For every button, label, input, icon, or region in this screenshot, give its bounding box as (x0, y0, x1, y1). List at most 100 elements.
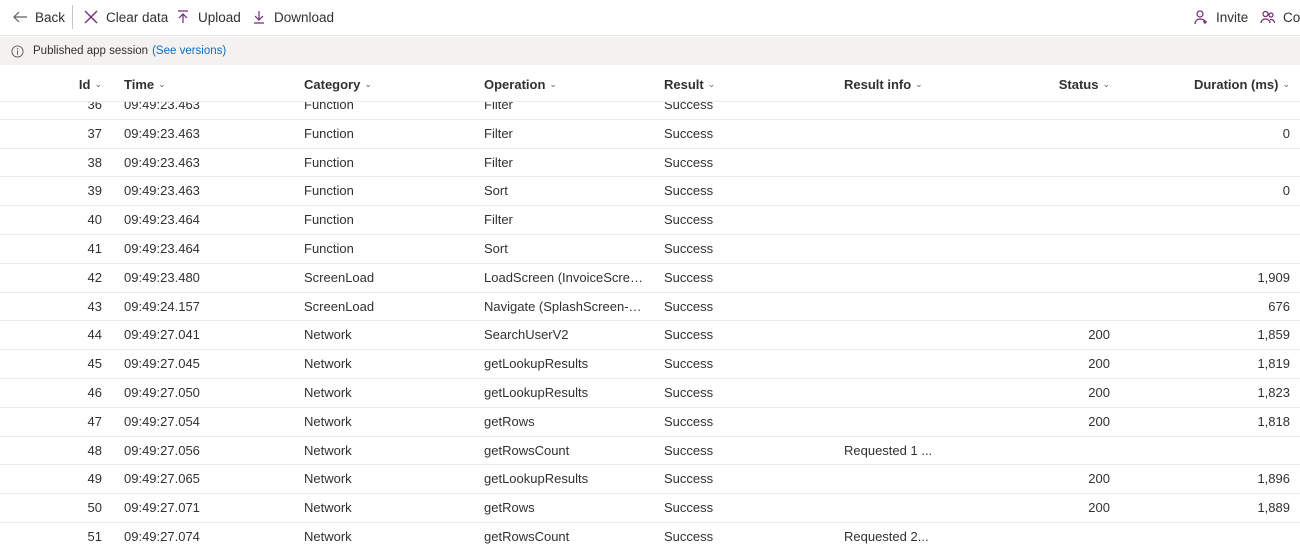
column-header-duration[interactable]: Duration (ms) ⌄ (1130, 66, 1290, 102)
cell-id: 37 (87, 125, 102, 141)
table-row[interactable]: 46 09:49:27.050 Network getLookupResults Suc… (0, 379, 1300, 408)
table-row[interactable]: 40 09:49:23.464 Function Filter Success (0, 206, 1300, 235)
cell-id: 38 (87, 154, 102, 170)
table-row[interactable]: 48 09:49:27.056 Network getRowsCount Success… (0, 437, 1300, 466)
person-add-icon (1194, 10, 1207, 25)
cell-time: 09:49:27.056 (124, 442, 200, 458)
cell-result-info (844, 494, 934, 522)
cell-category: Network (304, 413, 352, 429)
cell-result: Success (664, 298, 714, 314)
table-row[interactable]: 37 09:49:23.463 Function Filter Success 0 (0, 120, 1300, 149)
chevron-down-icon: ⌄ (158, 78, 166, 89)
table-row[interactable]: 42 09:49:23.480 ScreenLoad LoadScreen (Invo… (0, 264, 1300, 293)
table-row[interactable]: 51 09:49:27.074 Network getRowsCount Success… (0, 523, 1300, 551)
chevron-down-icon: ⌄ (94, 78, 102, 89)
cell-time: 09:49:23.463 (124, 183, 200, 199)
column-header-operation[interactable]: Operation ⌄ (484, 66, 654, 102)
cell-id: 47 (87, 413, 102, 429)
cell-status (960, 293, 1110, 321)
cell-result-info (844, 149, 934, 177)
column-header-status[interactable]: Status ⌄ (960, 66, 1110, 102)
cell-status (960, 523, 1110, 551)
cell-duration (1130, 437, 1290, 465)
cell-duration: 1,909 (1257, 269, 1290, 285)
cell-id: 42 (87, 269, 102, 285)
cell-operation: getRows (484, 500, 535, 516)
cell-time: 09:49:27.074 (124, 528, 200, 544)
upload-button[interactable]: Upload (175, 0, 241, 34)
cell-id: 43 (87, 298, 102, 314)
cell-result: Success (664, 528, 714, 544)
table-row[interactable]: 41 09:49:23.464 Function Sort Success (0, 235, 1300, 264)
cell-id: 46 (87, 384, 102, 400)
cell-duration (1130, 206, 1290, 234)
cell-duration (1130, 235, 1290, 263)
cell-duration: 1,819 (1257, 356, 1290, 372)
column-header-result[interactable]: Result ⌄ (664, 66, 834, 102)
cell-result: Success (664, 240, 714, 256)
column-header-id[interactable]: Id ⌄ (0, 66, 102, 102)
cell-duration (1130, 149, 1290, 177)
cell-category: Network (304, 442, 352, 458)
cell-id: 41 (87, 240, 102, 256)
cell-operation: getLookupResults (484, 384, 589, 400)
close-icon (84, 10, 98, 24)
table-row[interactable]: 39 09:49:23.463 Function Sort Success 0 (0, 177, 1300, 207)
chevron-down-icon: ⌄ (1282, 78, 1290, 89)
cell-time: 09:49:27.041 (124, 327, 200, 343)
cell-status: 200 (1088, 327, 1110, 343)
table-row[interactable]: 49 09:49:27.065 Network getLookupResults Suc… (0, 465, 1300, 495)
cell-result-info (844, 120, 934, 148)
cell-status (960, 149, 1110, 177)
column-header-time[interactable]: Time ⌄ (124, 66, 294, 102)
cell-category: ScreenLoad (304, 269, 375, 285)
chevron-down-icon: ⌄ (549, 78, 557, 89)
table-row[interactable]: 47 09:49:27.054 Network getRows Success 200 1,… (0, 408, 1300, 437)
chevron-down-icon: ⌄ (707, 78, 716, 89)
column-header-category[interactable]: Category ⌄ (304, 66, 474, 102)
cell-id: 39 (87, 183, 102, 199)
cell-operation: Navigate (SplashScreen->... (484, 298, 644, 314)
table-row[interactable]: 43 09:49:24.157 ScreenLoad Navigate (Splash… (0, 293, 1300, 322)
cell-category: Function (304, 212, 354, 228)
back-button[interactable]: Back (12, 0, 65, 34)
cell-result-info: Requested 2... (844, 528, 929, 544)
invite-button[interactable]: Invite (1193, 0, 1248, 34)
cell-operation: SearchUserV2 (484, 327, 569, 343)
cell-id: 51 (87, 528, 102, 544)
table-row[interactable]: 38 09:49:23.463 Function Filter Success (0, 149, 1300, 178)
cell-status: 200 (1088, 384, 1110, 400)
cell-id: 48 (87, 442, 102, 458)
cell-operation: Sort (484, 183, 508, 199)
cell-time: 09:49:23.480 (124, 269, 200, 285)
cell-operation: Filter (484, 212, 513, 228)
cell-duration: 1,823 (1257, 384, 1290, 400)
cell-duration: 676 (1268, 298, 1290, 314)
table-row[interactable]: 44 09:49:27.041 Network SearchUserV2 Success… (0, 321, 1300, 351)
cell-duration: 1,896 (1257, 471, 1290, 487)
connect-button[interactable]: Con (1260, 0, 1300, 34)
chevron-down-icon: ⌄ (1102, 78, 1110, 89)
upload-icon (178, 10, 188, 23)
cell-id: 50 (87, 500, 102, 516)
cell-result-info (844, 264, 934, 292)
cell-time: 09:49:27.065 (124, 471, 200, 487)
cell-status (960, 264, 1110, 292)
cell-result: Success (664, 269, 714, 285)
download-icon (254, 11, 264, 24)
cell-operation: getLookupResults (484, 471, 589, 487)
cell-result-info (844, 293, 934, 321)
clear-data-button[interactable]: Clear data (83, 0, 168, 34)
cell-result: Success (664, 212, 714, 228)
connect-label: Con (1283, 9, 1300, 25)
cell-id: 44 (87, 327, 102, 343)
see-versions-link[interactable]: (See versions) (152, 45, 226, 57)
download-button[interactable]: Download (251, 0, 334, 34)
table-row[interactable]: 45 09:49:27.045 Network getLookupResults Suc… (0, 350, 1300, 379)
table-row[interactable]: 50 09:49:27.071 Network getRows Success 200 1,… (0, 494, 1300, 523)
cell-time: 09:49:23.463 (124, 125, 200, 141)
session-info-bar: Published app session (See versions) (0, 37, 1300, 65)
cell-result-info (844, 379, 934, 407)
cell-operation: LoadScreen (InvoiceScreen) (484, 269, 644, 285)
cell-time: 09:49:23.464 (124, 212, 200, 228)
